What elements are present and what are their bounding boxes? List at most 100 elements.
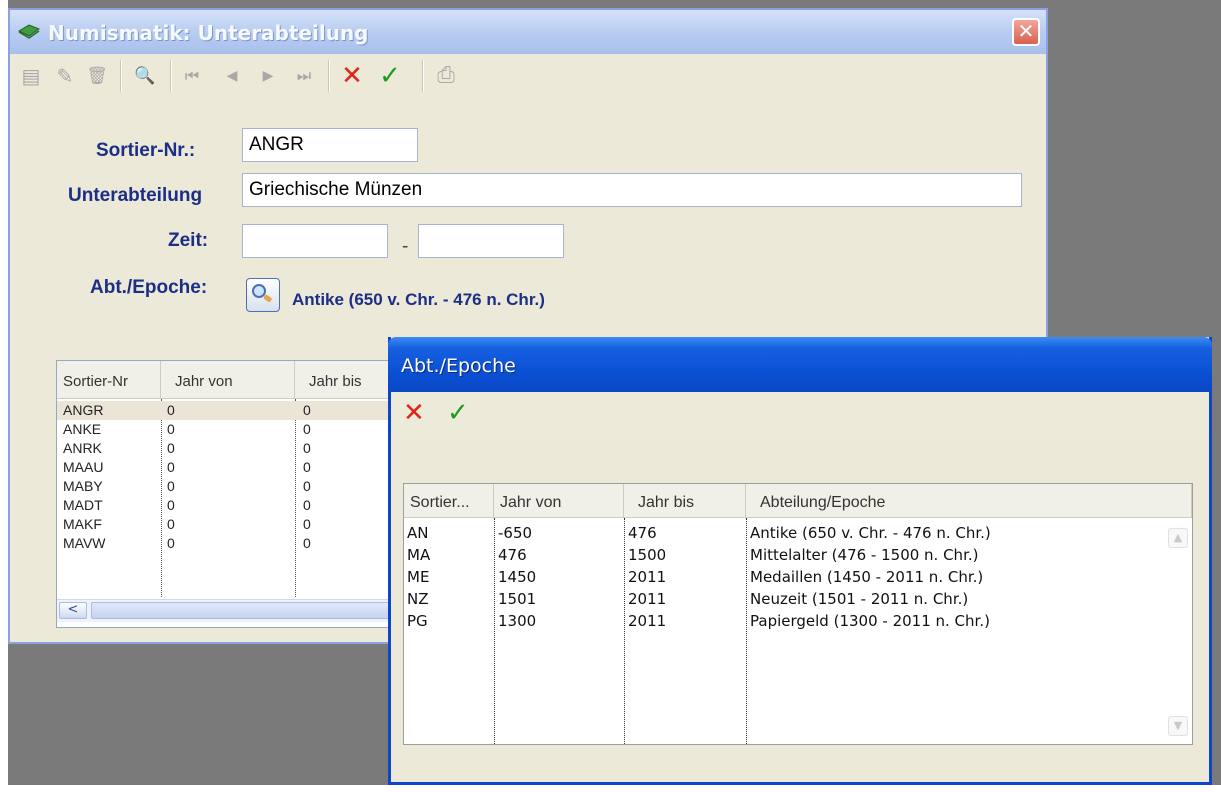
- table-cell: MAAU: [63, 459, 104, 475]
- next-record-icon[interactable]: ▶: [254, 62, 282, 90]
- table-cell: 2011: [628, 612, 667, 630]
- scroll-left-button[interactable]: <: [59, 602, 87, 619]
- horizontal-scrollbar[interactable]: <: [57, 599, 405, 622]
- edit-record-icon[interactable]: ✎: [52, 62, 78, 90]
- main-window-title: Numismatik: Unterabteilung: [48, 21, 369, 45]
- table-cell: MADT: [63, 497, 103, 513]
- table-cell: PG: [407, 612, 428, 630]
- table-row[interactable]: NZ 1501 2011 Neuzeit (1501 - 2011 n. Chr…: [404, 588, 1154, 610]
- dialog-confirm-icon[interactable]: ✓: [447, 398, 469, 428]
- prev-record-icon[interactable]: ◀: [218, 62, 246, 90]
- table-cell: 2011: [628, 568, 667, 586]
- table-row[interactable]: MABY 0 0: [57, 477, 405, 496]
- toolbar-separator: [328, 60, 330, 92]
- table-cell: 0: [303, 440, 311, 456]
- table-cell: 0: [303, 459, 311, 475]
- table-row[interactable]: AN -650 476 Antike (650 v. Chr. - 476 n.…: [404, 522, 1154, 544]
- table-cell: ME: [407, 568, 430, 586]
- epoche-value: Antike (650 v. Chr. - 476 n. Chr.): [292, 290, 545, 309]
- column-header[interactable]: Jahr bis: [624, 484, 746, 518]
- dialog-toolbar: ✕ ✓: [391, 392, 1209, 439]
- zeit-label: Zeit:: [168, 230, 209, 251]
- app-book-icon: [18, 24, 40, 39]
- column-header[interactable]: Sortier-Nr: [57, 361, 161, 399]
- abt-epoche-dialog: Abt./Epoche ✕ ✓ Sortier... Jahr von Jahr…: [388, 337, 1212, 785]
- main-titlebar[interactable]: Numismatik: Unterabteilung ✕: [10, 10, 1046, 54]
- dialog-titlebar[interactable]: Abt./Epoche: [388, 337, 1212, 392]
- column-header[interactable]: Jahr von: [494, 484, 624, 518]
- table-cell: 1500: [628, 546, 667, 564]
- dialog-title: Abt./Epoche: [401, 355, 516, 377]
- table-cell: AN: [407, 524, 429, 542]
- table-cell: 0: [167, 535, 175, 548]
- table-cell: ANGR: [63, 402, 104, 418]
- table-cell: 476: [628, 524, 657, 542]
- column-header[interactable]: Sortier...: [404, 484, 494, 518]
- dialog-cancel-icon[interactable]: ✕: [403, 398, 425, 428]
- table-cell: 0: [303, 516, 311, 532]
- column-header[interactable]: Abteilung/Epoche: [746, 484, 1192, 518]
- table-row[interactable]: ANRK 0 0: [57, 439, 405, 458]
- unterabteilung-label: Unterabteilung: [68, 185, 203, 206]
- table-cell: 0: [167, 440, 175, 456]
- table-row[interactable]: MAAU 0 0: [57, 458, 405, 477]
- table-cell: 0: [303, 478, 311, 494]
- table-cell: 0: [303, 402, 311, 418]
- table-cell: 0: [167, 421, 175, 437]
- close-icon: ✕: [1017, 19, 1035, 43]
- sortier-nr-field[interactable]: ANGR: [242, 128, 418, 162]
- epoche-lookup-button[interactable]: [246, 278, 280, 312]
- table-row[interactable]: MAKF 0 0: [57, 515, 405, 534]
- table-row[interactable]: MA 476 1500 Mittelalter (476 - 1500 n. C…: [404, 544, 1154, 566]
- table-cell: 2011: [628, 590, 667, 608]
- toolbar-separator: [120, 60, 122, 92]
- table-cell: 1501: [498, 590, 537, 608]
- column-header[interactable]: Jahr von: [161, 361, 295, 399]
- table-row[interactable]: MAVW 0 0: [57, 534, 405, 548]
- table-row[interactable]: ANGR 0 0: [57, 401, 405, 420]
- abt-epoche-label: Abt./Epoche:: [90, 277, 208, 298]
- confirm-icon[interactable]: ✓: [374, 62, 406, 90]
- table-cell: Neuzeit (1501 - 2011 n. Chr.): [750, 590, 969, 608]
- table-cell: MAVW: [63, 535, 106, 548]
- close-button[interactable]: ✕: [1012, 18, 1040, 46]
- scroll-up-button[interactable]: ▲: [1168, 528, 1188, 548]
- table-row[interactable]: MADT 0 0: [57, 496, 405, 515]
- table-cell: 0: [303, 497, 311, 513]
- vertical-scrollbar[interactable]: ▲ ▼: [1164, 518, 1192, 744]
- dialog-spacer: [391, 438, 1209, 478]
- table-cell: 0: [167, 497, 175, 513]
- delete-record-icon[interactable]: 🗑: [84, 62, 110, 90]
- print-icon[interactable]: ⎙: [430, 62, 462, 90]
- table-cell: 0: [167, 478, 175, 494]
- main-toolbar: ▤ ✎ 🗑 🔍 ⏮ ◀ ▶ ⏭ ✕ ✓ ⎙: [10, 54, 1046, 98]
- first-record-icon[interactable]: ⏮: [178, 62, 206, 90]
- last-record-icon[interactable]: ⏭: [290, 62, 318, 90]
- table-cell: ANRK: [63, 440, 102, 456]
- table-cell: 0: [167, 516, 175, 532]
- table-cell: -650: [498, 524, 533, 542]
- toolbar-separator: [170, 60, 172, 92]
- table-cell: Medaillen (1450 - 2011 n. Chr.): [750, 568, 984, 586]
- table-cell: MA: [407, 546, 431, 564]
- scroll-thumb[interactable]: [91, 602, 405, 619]
- unterabteilung-grid: Sortier-Nr Jahr von Jahr bis ANGR 0 0 AN…: [56, 360, 406, 628]
- zeit-to-field[interactable]: [418, 224, 564, 258]
- table-row[interactable]: ME 1450 2011 Medaillen (1450 - 2011 n. C…: [404, 566, 1154, 588]
- scroll-down-button[interactable]: ▼: [1168, 716, 1188, 736]
- unterabteilung-field[interactable]: Griechische Münzen: [242, 173, 1022, 207]
- table-row[interactable]: PG 1300 2011 Papiergeld (1300 - 2011 n. …: [404, 610, 1154, 632]
- find-icon[interactable]: 🔍: [130, 62, 160, 90]
- table-cell: 0: [303, 535, 311, 548]
- chevron-down-icon: ▼: [1173, 719, 1183, 732]
- table-cell: MAKF: [63, 516, 102, 532]
- table-cell: 476: [498, 546, 527, 564]
- lookup-magnifier-icon: [252, 284, 272, 302]
- table-cell: NZ: [407, 590, 429, 608]
- table-row[interactable]: ANKE 0 0: [57, 420, 405, 439]
- sortier-nr-label: Sortier-Nr.:: [96, 140, 196, 161]
- cancel-icon[interactable]: ✕: [336, 62, 368, 90]
- new-record-icon[interactable]: ▤: [18, 62, 44, 90]
- table-cell: MABY: [63, 478, 103, 494]
- zeit-from-field[interactable]: [242, 224, 388, 258]
